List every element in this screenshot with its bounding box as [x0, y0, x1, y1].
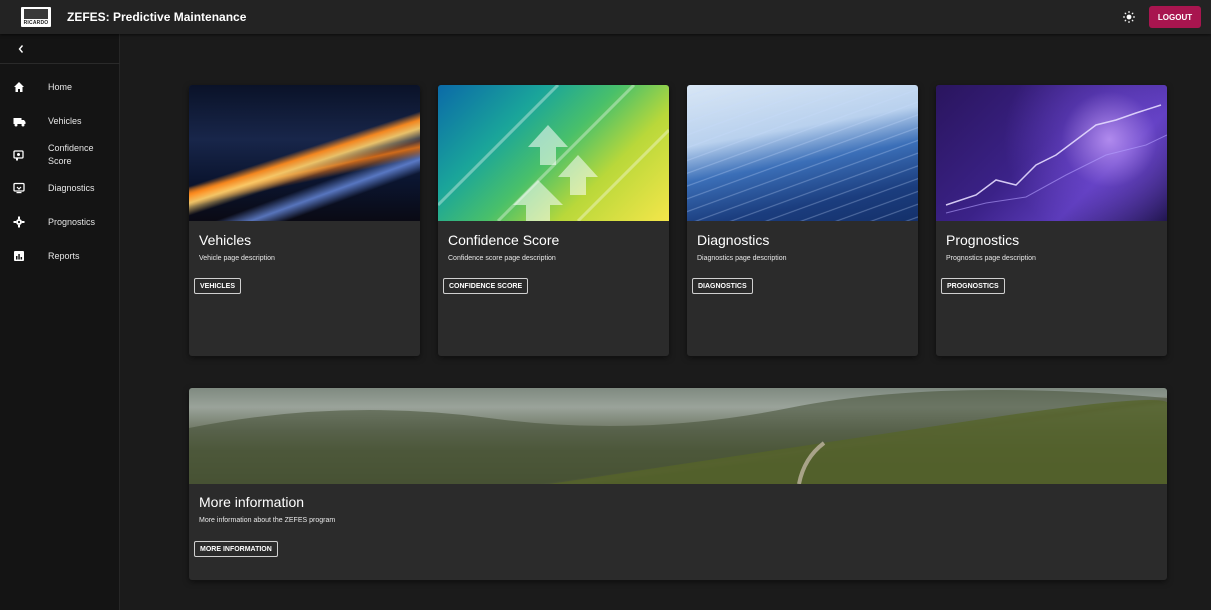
- card-title: Vehicles: [199, 232, 252, 248]
- card-description: More information about the ZEFES program: [199, 517, 336, 524]
- sidebar-item-label: Diagnostics: [48, 182, 95, 193]
- card-image: [936, 85, 1167, 221]
- card-description: Prognostics page description: [946, 255, 1036, 262]
- truck-icon: [12, 114, 26, 128]
- card-image: [189, 388, 1167, 484]
- sidebar-collapse-button[interactable]: [0, 34, 120, 64]
- confidence-score-button[interactable]: CONFIDENCE SCORE: [443, 278, 529, 294]
- card-description: Confidence score page description: [448, 255, 556, 262]
- logo-text: RICARDO: [23, 20, 49, 26]
- app-bar: RICARDO ZEFES: Predictive Maintenance LO…: [0, 0, 1211, 34]
- prognostics-button[interactable]: PROGNOSTICS: [941, 278, 1005, 294]
- sidebar-item-confidence-score[interactable]: Confidence Score: [0, 140, 120, 170]
- gear-icon: [12, 215, 26, 229]
- sidebar-item-label: Vehicles: [48, 115, 82, 126]
- ricardo-logo: RICARDO: [21, 7, 51, 27]
- sidebar-item-vehicles[interactable]: Vehicles: [0, 106, 120, 136]
- sidebar-item-label: Prognostics: [48, 216, 96, 227]
- sidebar-item-reports[interactable]: Reports: [0, 241, 120, 271]
- card-image: [189, 85, 420, 221]
- home-icon: [12, 80, 26, 94]
- card-vehicles: Vehicles Vehicle page description VEHICL…: [189, 85, 420, 356]
- card-more-information: More information More information about …: [189, 388, 1167, 580]
- card-title: More information: [199, 494, 305, 510]
- theme-toggle-button[interactable]: [1121, 9, 1137, 25]
- card-confidence-score: Confidence Score Confidence score page d…: [438, 85, 669, 356]
- card-title: Diagnostics: [697, 232, 770, 248]
- sidebar: Home Vehicles Confidence Score Diagnosti…: [0, 34, 120, 610]
- sidebar-item-home[interactable]: Home: [0, 72, 120, 102]
- sidebar-item-prognostics[interactable]: Prognostics: [0, 207, 120, 237]
- card-description: Vehicle page description: [199, 255, 275, 262]
- sidebar-item-label: Home: [48, 81, 73, 92]
- card-image: [438, 85, 669, 221]
- sidebar-item-label: Reports: [48, 250, 80, 261]
- chevron-left-icon: [18, 44, 24, 53]
- monitor-icon: [12, 181, 26, 195]
- app-title: ZEFES: Predictive Maintenance: [67, 10, 247, 24]
- diagnostics-button[interactable]: DIAGNOSTICS: [692, 278, 753, 294]
- card-title: Prognostics: [946, 232, 1020, 248]
- card-image: [687, 85, 918, 221]
- gauge-icon: [12, 148, 26, 162]
- more-information-button[interactable]: MORE INFORMATION: [194, 541, 278, 557]
- card-prognostics: Prognostics Prognostics page description…: [936, 85, 1167, 356]
- sidebar-item-label: Confidence Score: [48, 143, 94, 166]
- sidebar-item-diagnostics[interactable]: Diagnostics: [0, 173, 120, 203]
- card-diagnostics: Diagnostics Diagnostics page description…: [687, 85, 918, 356]
- vehicles-button[interactable]: VEHICLES: [194, 278, 242, 294]
- logout-button[interactable]: LOGOUT: [1149, 6, 1201, 28]
- card-title: Confidence Score: [448, 232, 560, 248]
- card-description: Diagnostics page description: [697, 255, 787, 262]
- report-chart-icon: [12, 249, 26, 263]
- sun-icon: [1123, 11, 1135, 23]
